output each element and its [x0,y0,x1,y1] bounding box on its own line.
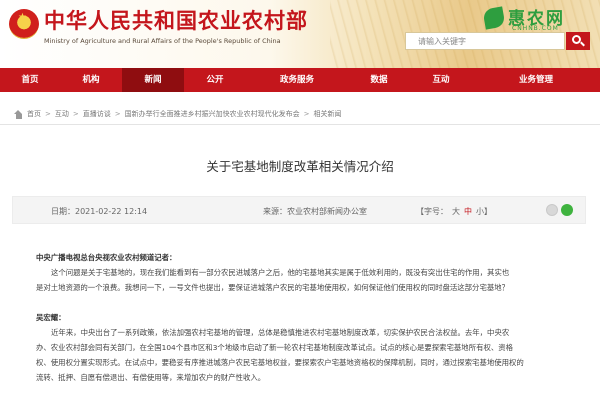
breadcrumb: 首页 > 互动 > 直播访谈 > 国新办举行全面推进乡村振兴加快农业农村现代化发… [14,108,342,120]
weibo-icon[interactable] [546,204,558,216]
share-buttons [546,204,573,216]
font-size-medium[interactable]: 中 [464,207,472,216]
breadcrumb-item[interactable]: 首页 [27,109,41,119]
breadcrumb-divider [0,124,600,125]
nav-item-institutions[interactable]: 机构 [60,68,122,92]
paragraph-line: 这个问题是关于宅基地的，现在我们能看到有一部分农民进城落户之后，他的宅基地其实是… [51,268,510,277]
partner-logo[interactable]: 惠农网 CNHNB.COM [478,4,598,34]
nav-item-business[interactable]: 业务管理 [472,68,600,92]
paragraph-line: 近年来，中央出台了一系列政策，依法加强农村宅基地的管理，总体是稳慎推进农村宅基地… [51,328,510,337]
size-close: 】 [484,207,492,216]
site-title[interactable]: 中华人民共和国农业农村部 [44,8,308,34]
font-size-large[interactable]: 大 [452,207,460,216]
national-emblem-icon[interactable]: ★ [9,9,39,39]
date-label: 日期： [51,207,75,216]
wechat-icon[interactable] [561,204,573,216]
leaf-logo-icon [482,6,506,30]
breadcrumb-separator: > [45,110,51,118]
search-button[interactable] [566,32,590,50]
speaker-answer: 吴宏耀： [36,313,66,322]
home-icon[interactable] [14,109,23,119]
article-body-answer: 吴宏耀： 近年来，中央出台了一系列政策，依法加强农村宅基地的管理，总体是稳慎推进… [36,310,570,385]
source-label: 来源： [263,207,287,216]
source-value: 农业农村部新闻办公室 [287,207,367,216]
site-header: ★ 中华人民共和国农业农村部 Ministry of Agriculture a… [0,0,600,68]
font-size-switcher: 【字号： 大中小】 [416,206,492,217]
nav-item-services[interactable]: 政务服务 [246,68,348,92]
nav-item-public[interactable]: 公开 [184,68,246,92]
breadcrumb-item[interactable]: 相关新闻 [314,109,342,119]
breadcrumb-separator: > [114,110,121,118]
breadcrumb-separator: > [303,110,310,118]
nav-item-interaction[interactable]: 互动 [410,68,472,92]
speaker-reporter: 中央广播电视总台央视农业农村频道记者： [36,253,177,262]
main-nav: 首页 机构 新闻 公开 政务服务 数据 互动 业务管理 [0,68,600,92]
paragraph-line: 流转、抵押、自愿有偿退出、有偿使用等，来增加农户的财产性收入。 [36,373,266,382]
paragraph-line: 权、使用权分置实现形式。在试点中，要稳妥有序推进城落户农民宅基地权益，要探索农户… [36,358,524,367]
article-source: 来源：农业农村部新闻办公室 [263,206,367,217]
breadcrumb-item[interactable]: 互动 [55,109,69,119]
article-meta-bar: 日期：2021-02-22 12:14 来源：农业农村部新闻办公室 【字号： 大中… [12,196,586,224]
font-size-small[interactable]: 小 [476,207,484,216]
article-date: 日期：2021-02-22 12:14 [51,206,147,217]
nav-item-news[interactable]: 新闻 [122,68,184,92]
article-body: 中央广播电视总台央视农业农村频道记者： 这个问题是关于宅基地的，现在我们能看到有… [36,250,570,295]
site-subtitle: Ministry of Agriculture and Rural Affair… [44,37,281,45]
paragraph-line: 办、农业农村部会同有关部门，在全国104个县市区和3个地级市启动了新一轮农村宅基… [36,343,514,352]
article-title: 关于宅基地制度改革相关情况介绍 [206,159,394,174]
nav-item-data[interactable]: 数据 [348,68,410,92]
paragraph-line: 是对土地资源的一个浪费。我想问一下，一号文件也提出，要保证进城落户农民的宅基地使… [36,283,510,292]
partner-domain: CNHNB.COM [512,25,559,32]
breadcrumb-item[interactable]: 直播访谈 [83,109,111,119]
size-label: 【字号： [416,207,448,216]
date-value: 2021-02-22 12:14 [75,207,148,216]
breadcrumb-separator: > [72,110,79,118]
nav-item-home[interactable]: 首页 [0,68,60,92]
breadcrumb-item[interactable]: 国新办举行全面推进乡村振兴加快农业农村现代化发布会 [125,109,300,119]
search-input[interactable]: 请输入关键字 [405,32,565,50]
